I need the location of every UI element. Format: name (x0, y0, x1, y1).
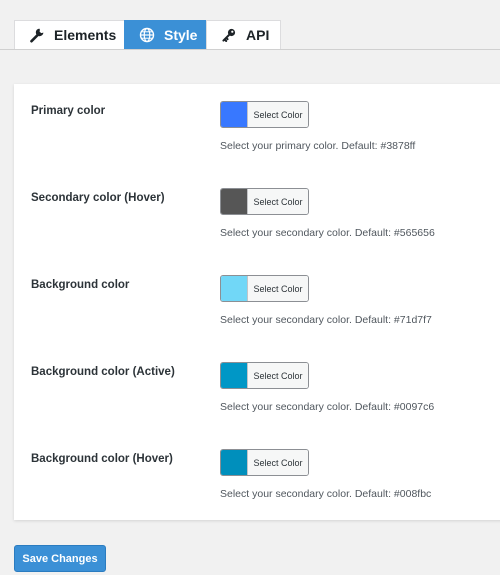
secondary-color-picker[interactable]: Select Color (220, 188, 309, 215)
background-active-color-picker[interactable]: Select Color (220, 362, 309, 389)
setting-row-secondary-color-hover: Secondary color (Hover) Select Color Sel… (14, 171, 500, 251)
color-swatch[interactable] (221, 276, 247, 301)
tab-label: API (246, 27, 270, 43)
tab-api[interactable]: API (206, 20, 281, 49)
setting-label: Background color (31, 279, 130, 291)
settings-card: Primary color Select Color Select your p… (14, 84, 500, 520)
select-color-button[interactable]: Select Color (247, 363, 308, 388)
background-hover-color-picker[interactable]: Select Color (220, 449, 309, 476)
setting-description: Select your secondary color. Default: #0… (220, 488, 432, 500)
save-changes-button[interactable]: Save Changes (14, 545, 106, 572)
select-color-button[interactable]: Select Color (247, 450, 308, 475)
key-icon (221, 27, 237, 43)
setting-description: Select your secondary color. Default: #5… (220, 227, 435, 239)
color-swatch[interactable] (221, 363, 247, 388)
background-color-picker[interactable]: Select Color (220, 275, 309, 302)
setting-label: Background color (Active) (31, 366, 175, 378)
color-swatch[interactable] (221, 189, 247, 214)
setting-row-background-color-active: Background color (Active) Select Color S… (14, 345, 500, 425)
tab-elements[interactable]: Elements (14, 20, 125, 49)
primary-color-picker[interactable]: Select Color (220, 101, 309, 128)
setting-row-primary-color: Primary color Select Color Select your p… (14, 84, 500, 164)
settings-tabs: Elements Style API (0, 0, 500, 50)
setting-description: Select your secondary color. Default: #0… (220, 401, 435, 413)
tab-label: Style (164, 27, 198, 43)
setting-row-background-color-hover: Background color (Hover) Select Color Se… (14, 432, 500, 512)
color-swatch[interactable] (221, 450, 247, 475)
color-swatch[interactable] (221, 102, 247, 127)
tab-label: Elements (54, 27, 117, 43)
select-color-button[interactable]: Select Color (247, 102, 308, 127)
globe-icon (139, 27, 155, 43)
setting-description: Select your primary color. Default: #387… (220, 140, 416, 152)
setting-label: Secondary color (Hover) (31, 192, 165, 204)
setting-label: Primary color (31, 105, 106, 117)
select-color-button[interactable]: Select Color (247, 189, 308, 214)
setting-label: Background color (Hover) (31, 453, 173, 465)
setting-row-background-color: Background color Select Color Select you… (14, 258, 500, 338)
wrench-icon (29, 27, 45, 43)
tab-style[interactable]: Style (124, 20, 207, 49)
select-color-button[interactable]: Select Color (247, 276, 308, 301)
setting-description: Select your secondary color. Default: #7… (220, 314, 432, 326)
